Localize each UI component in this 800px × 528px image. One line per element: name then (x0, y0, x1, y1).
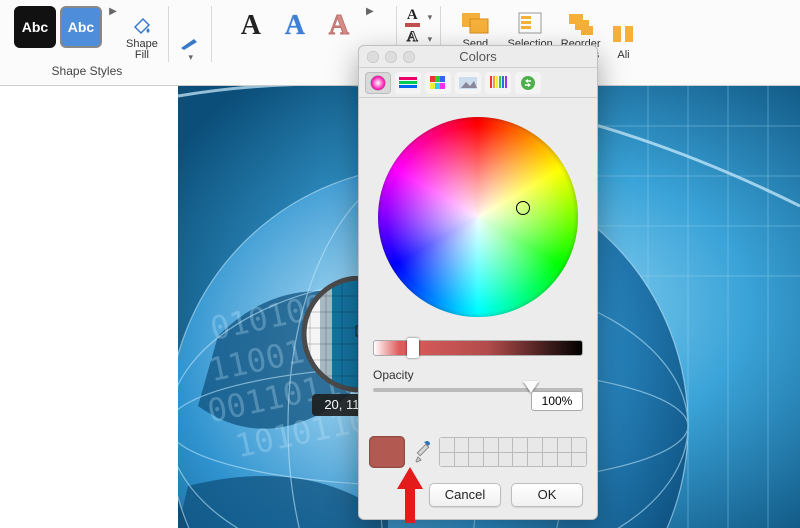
group-label-shape-styles: Shape Styles (52, 64, 123, 78)
shape-style-gallery-caret[interactable]: ▶ (106, 6, 120, 17)
ok-button[interactable]: OK (511, 483, 583, 507)
cancel-button[interactable]: Cancel (429, 483, 501, 507)
tab-image-palettes[interactable] (455, 72, 481, 94)
color-panel: Colors Opacity 1 (358, 45, 598, 520)
selection-pane-icon (515, 11, 545, 37)
tab-pencils[interactable] (485, 72, 511, 94)
tab-color-sliders[interactable] (395, 72, 421, 94)
color-panel-titlebar[interactable]: Colors (359, 46, 597, 68)
tab-more-colors[interactable] (515, 72, 541, 94)
brightness-slider-thumb[interactable] (407, 338, 419, 358)
color-panel-title: Colors (359, 49, 597, 64)
eyedropper-button[interactable] (413, 439, 431, 465)
tab-color-wheel[interactable] (365, 72, 391, 94)
wordart-style-2[interactable]: A (275, 6, 315, 46)
chevron-down-icon: ▾ (428, 13, 433, 22)
pencils-icon (489, 76, 507, 90)
color-wheel-cursor[interactable] (516, 201, 530, 215)
send-backward-icon (460, 11, 490, 37)
align-icon (609, 22, 639, 48)
image-icon (459, 77, 477, 89)
group-text-fill-outline: A▾ A▾ (399, 6, 438, 49)
group-shape-styles: Abc Abc ▶ Shape Fill Shape Styles (8, 6, 166, 78)
sliders-icon (399, 77, 417, 89)
text-fill-button[interactable]: A▾ (405, 8, 432, 27)
color-panel-tabs (359, 68, 597, 98)
color-wheel-icon (370, 75, 386, 91)
align-label: Ali (617, 50, 629, 62)
paint-bucket-icon (131, 15, 153, 37)
separator (211, 6, 212, 62)
align-button[interactable]: Ali (607, 6, 641, 62)
swatch-wells[interactable] (439, 437, 587, 467)
chevron-down-icon: ▾ (189, 53, 194, 62)
current-color-swatch[interactable] (369, 436, 405, 468)
group-shape-line: ▾ (171, 6, 209, 62)
separator (168, 6, 169, 62)
color-wheel-area[interactable] (359, 98, 597, 336)
shape-style-preset-blue[interactable]: Abc (60, 6, 102, 48)
chevron-down-icon: ▾ (428, 35, 433, 44)
wordart-style-3[interactable]: A (319, 6, 359, 46)
eyedropper-icon (413, 439, 433, 465)
tab-color-palettes[interactable] (425, 72, 451, 94)
reorder-objects-icon (566, 11, 596, 37)
opacity-label: Opacity (373, 368, 583, 382)
shape-fill-button[interactable]: Shape Fill (124, 6, 160, 62)
palette-icon (430, 76, 446, 90)
annotation-arrow (395, 467, 425, 527)
color-wheel[interactable] (378, 117, 578, 317)
shape-outline-button[interactable]: ▾ (177, 6, 203, 62)
pen-icon (179, 37, 201, 51)
brightness-slider[interactable] (373, 340, 583, 356)
text-fill-icon: A (405, 8, 420, 27)
wordart-gallery-caret[interactable]: ▶ (363, 6, 377, 17)
opacity-input[interactable]: 100% (531, 391, 583, 411)
swap-icon (520, 75, 536, 91)
wordart-style-1[interactable]: A (231, 6, 271, 46)
shape-style-preset-dark[interactable]: Abc (14, 6, 56, 48)
shape-fill-label: Shape Fill (126, 39, 158, 62)
